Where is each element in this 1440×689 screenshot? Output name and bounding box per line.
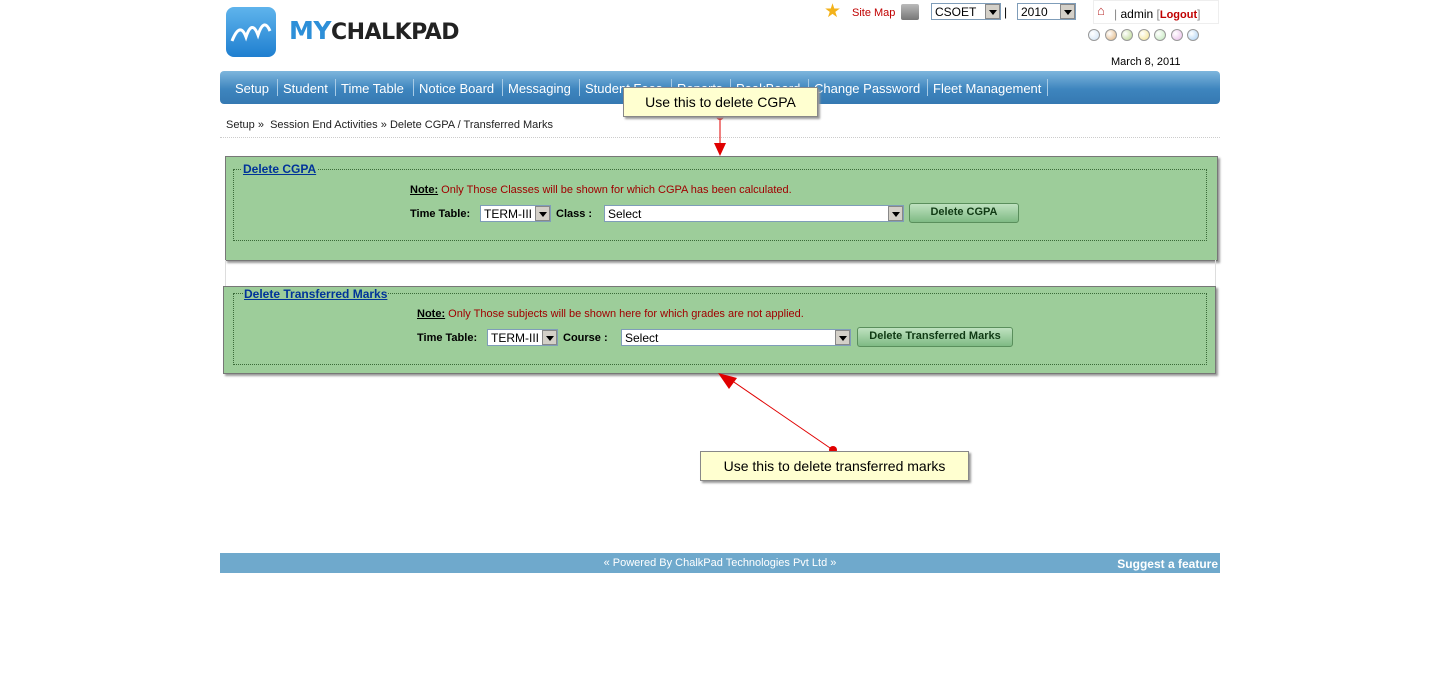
arrowhead-transferred [718, 373, 737, 389]
arrow-line-transferred [727, 377, 834, 451]
footer: « Powered By ChalkPad Technologies Pvt L… [220, 553, 1220, 573]
callout-delete-transferred: Use this to delete transferred marks [700, 451, 969, 481]
callout-delete-cgpa: Use this to delete CGPA [623, 87, 818, 117]
powered-by: « Powered By ChalkPad Technologies Pvt L… [603, 557, 837, 569]
suggest-feature-link[interactable]: Suggest a feature [1117, 557, 1218, 571]
arrowhead-cgpa [714, 143, 726, 156]
